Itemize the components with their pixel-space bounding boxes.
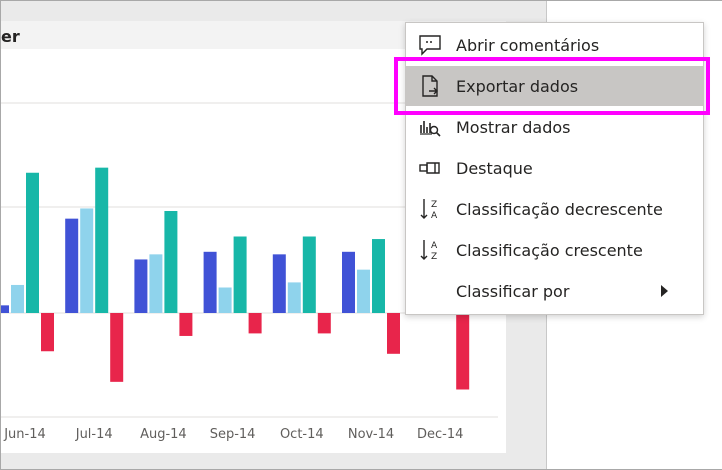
bar[interactable] [287,282,301,313]
bar[interactable] [342,251,355,313]
bar[interactable] [233,236,247,314]
bar[interactable] [1,305,9,313]
visual-title: er [1,27,20,46]
svg-text:A: A [431,241,438,251]
x-tick-label: Nov-14 [348,427,394,442]
menu-item-label: Destaque [456,159,533,178]
x-tick-label: Aug-14 [140,427,187,442]
sort-desc-icon: ZA [418,197,442,221]
bar[interactable] [149,254,163,313]
bar[interactable] [317,313,331,334]
bar[interactable] [110,313,124,382]
svg-text:A: A [431,211,438,221]
bar[interactable] [65,218,79,313]
bar[interactable] [134,259,148,313]
bar[interactable] [41,313,54,352]
bar[interactable] [302,236,316,314]
bar[interactable] [80,208,94,313]
x-tick-label: Oct-14 [280,427,324,442]
menu-item-label: Classificar por [456,282,570,301]
bar[interactable] [372,239,385,313]
x-tick-label: Jul-14 [75,427,113,442]
sort-asc-icon: AZ [418,238,442,262]
x-tick-label: Dec-14 [417,427,463,442]
svg-text:Z: Z [431,252,437,262]
menu-item-spotlight[interactable]: Destaque [406,148,703,188]
menu-item-label: Abrir comentários [456,36,600,55]
menu-item-label: Classificação decrescente [456,200,663,219]
bar[interactable] [218,287,232,314]
spotlight-icon [418,156,442,180]
menu-item-sort-by[interactable]: Classificar por [406,271,703,311]
comment-icon [418,33,442,57]
bar[interactable] [357,269,370,313]
show-data-icon [418,115,442,139]
bar[interactable] [203,251,217,313]
bar[interactable] [387,313,400,354]
bar[interactable] [272,254,286,313]
bar[interactable] [11,284,24,313]
bar[interactable] [456,313,470,390]
bar[interactable] [179,313,193,336]
bar[interactable] [95,167,109,313]
menu-item-label: Classificação crescente [456,241,643,260]
bar[interactable] [26,172,39,313]
menu-item-sort-descending[interactable]: ZA Classificação decrescente [406,189,703,229]
bar[interactable] [164,211,178,313]
menu-item-label: Mostrar dados [456,118,571,137]
bar[interactable] [248,313,262,334]
x-tick-label: Jun-14 [3,427,46,442]
chevron-right-icon [661,285,668,297]
svg-text:Z: Z [431,200,437,210]
menu-item-sort-ascending[interactable]: AZ Classificação crescente [406,230,703,270]
app-frame: Jun-14 Jul-14 Aug-14 Sep-14 Oct-14 Nov-14 Dec-… [0,0,722,470]
highlight-box [394,57,710,115]
x-tick-label: Sep-14 [210,427,256,442]
